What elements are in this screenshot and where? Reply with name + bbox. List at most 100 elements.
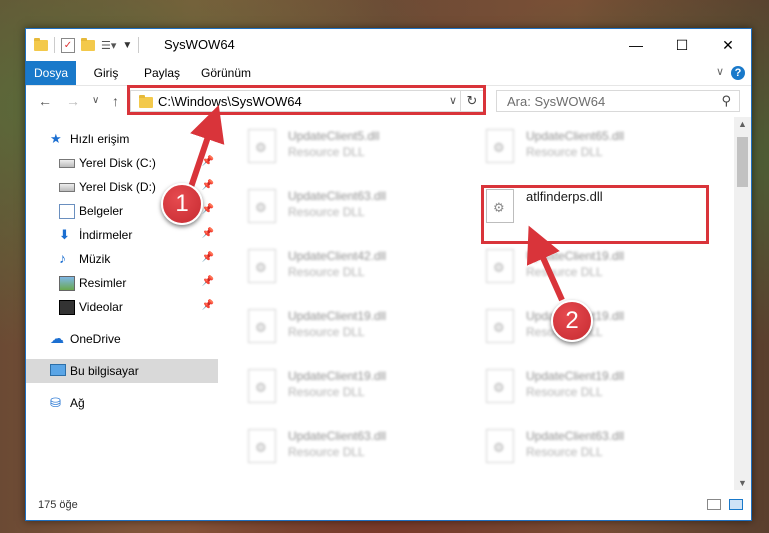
sidebar-item-label: Müzik [79,252,111,266]
pin-icon[interactable]: 📌 [202,228,214,239]
dll-file-icon [486,129,514,163]
maximize-button[interactable]: ☐ [659,29,705,61]
drive-icon [59,159,75,168]
cloud-icon: ☁ [50,330,64,346]
scroll-thumb[interactable] [737,137,748,187]
file-type: Resource DLL [288,205,365,219]
sidebar-item-label: Yerel Disk (C:) [79,156,156,170]
sidebar-item-label: Bu bilgisayar [70,364,139,378]
list-item[interactable]: UpdateClient5.dll Resource DLL [238,121,466,177]
pin-icon[interactable]: 📌 [202,252,214,263]
download-icon: ⬇ [59,227,70,242]
sidebar-item-onedrive[interactable]: ☁ OneDrive [26,327,218,351]
search-icon[interactable]: ⚲ [721,93,731,109]
qat-dropdown-icon[interactable]: ▼ [122,40,132,51]
minimize-button[interactable]: — [613,29,659,61]
item-count: 175 öğe [38,499,78,511]
step-2-badge: 2 [551,300,593,342]
list-item[interactable]: UpdateClient19.dll Resource DLL [476,361,704,417]
file-name: UpdateClient5.dll [288,129,380,143]
list-item[interactable]: UpdateClient65.dll Resource DLL [476,121,704,177]
title-bar: ✓ ☰▾ ▼ SysWOW64 — ☐ ✕ [26,29,751,61]
pin-icon[interactable]: 📌 [202,180,214,191]
list-item[interactable]: UpdateClient63.dll Resource DLL [476,421,704,477]
dll-file-icon [248,249,276,283]
sidebar-item-downloads[interactable]: ⬇ İndirmeler 📌 [26,223,218,247]
address-bar-highlight [127,85,486,115]
sidebar-item-pictures[interactable]: Resimler 📌 [26,271,218,295]
file-type: Resource DLL [526,445,603,459]
file-name: UpdateClient63.dll [526,429,625,443]
file-type: Resource DLL [288,445,365,459]
sidebar-item-music[interactable]: ♪ Müzik 📌 [26,247,218,271]
toolbar-separator [138,37,140,53]
file-name: UpdateClient63.dll [288,189,387,203]
navigation-pane: ★ Hızlı erişim Yerel Disk (C:) 📌 Yerel D… [26,117,218,490]
pin-icon[interactable]: 📌 [202,300,214,311]
tab-gorunum[interactable]: Görünüm [198,61,254,85]
details-view-icon[interactable] [707,499,721,510]
list-item[interactable]: UpdateClient63.dll Resource DLL [238,421,466,477]
back-arrow-icon[interactable]: ← [38,93,52,109]
drive-icon [59,183,75,192]
file-type: Resource DLL [288,385,365,399]
sidebar-item-label: Videolar [79,300,123,314]
dll-file-icon [248,189,276,223]
tab-dosya[interactable]: Dosya [26,61,76,85]
scroll-down-icon[interactable]: ▼ [734,478,751,488]
sidebar-item-local-disk-c[interactable]: Yerel Disk (C:) 📌 [26,151,218,175]
up-arrow-icon[interactable]: ↑ [112,93,119,109]
forward-arrow-icon[interactable]: → [66,93,80,109]
file-type: Resource DLL [288,325,365,339]
list-item[interactable]: UpdateClient19.dll Resource DLL [476,241,704,297]
close-button[interactable]: ✕ [705,29,751,61]
sidebar-item-label: Belgeler [79,204,124,218]
folder-icon[interactable] [34,37,48,51]
sidebar-item-network[interactable]: ⛁ Ağ [26,391,218,415]
dll-file-icon [486,249,514,283]
dll-file-icon [248,369,276,403]
file-name: UpdateClient63.dll [288,429,387,443]
file-list: UpdateClient5.dll Resource DLL UpdateCli… [218,117,736,490]
status-bar: 175 öğe [26,490,751,520]
properties-icon[interactable]: ✓ [61,37,75,53]
pin-icon[interactable]: 📌 [202,156,214,167]
file-name: UpdateClient19.dll [288,369,387,383]
window-title: SysWOW64 [164,37,235,52]
recent-locations-icon[interactable]: ∨ [92,93,99,109]
file-name: UpdateClient19.dll [526,369,625,383]
new-folder-icon[interactable] [81,37,95,51]
sidebar-item-this-pc[interactable]: Bu bilgisayar [26,359,218,383]
file-type: Resource DLL [526,385,603,399]
ribbon-tabs: Dosya Giriş Paylaş Görünüm [26,61,751,86]
search-input[interactable]: Ara: SysWOW64 ⚲ [496,90,740,112]
chevron-down-icon[interactable]: ∨ [716,65,724,78]
video-icon [59,300,75,315]
dll-file-icon [248,129,276,163]
customize-toolbar-icon[interactable]: ☰▾ [101,39,116,52]
pin-icon[interactable]: 📌 [202,204,214,215]
tab-paylas[interactable]: Paylaş [140,61,184,85]
documents-icon [59,204,75,219]
quick-access-toolbar: ✓ ☰▾ ▼ [34,37,140,53]
scroll-up-icon[interactable]: ▲ [734,119,751,129]
sidebar-item-label: Ağ [70,396,85,410]
list-item[interactable]: UpdateClient19.dll Resource DLL [238,361,466,417]
file-highlight [481,185,709,244]
vertical-scrollbar[interactable]: ▲ ▼ [734,117,751,490]
tab-giris[interactable]: Giriş [86,61,126,85]
pictures-icon [59,276,75,291]
large-icons-view-icon[interactable] [729,499,743,510]
network-icon: ⛁ [50,395,61,410]
list-item[interactable]: UpdateClient42.dll Resource DLL [238,241,466,297]
help-icon[interactable]: ? [731,66,745,80]
sidebar-item-videos[interactable]: Videolar 📌 [26,295,218,319]
toolbar-separator [54,37,55,53]
list-item[interactable]: UpdateClient63.dll Resource DLL [238,181,466,237]
sidebar-item-label: Yerel Disk (D:) [79,180,156,194]
pin-icon[interactable]: 📌 [202,276,214,287]
sidebar-item-label: OneDrive [70,332,121,346]
sidebar-item-quick-access[interactable]: ★ Hızlı erişim [26,127,218,151]
dll-file-icon [248,429,276,463]
list-item[interactable]: UpdateClient19.dll Resource DLL [238,301,466,357]
